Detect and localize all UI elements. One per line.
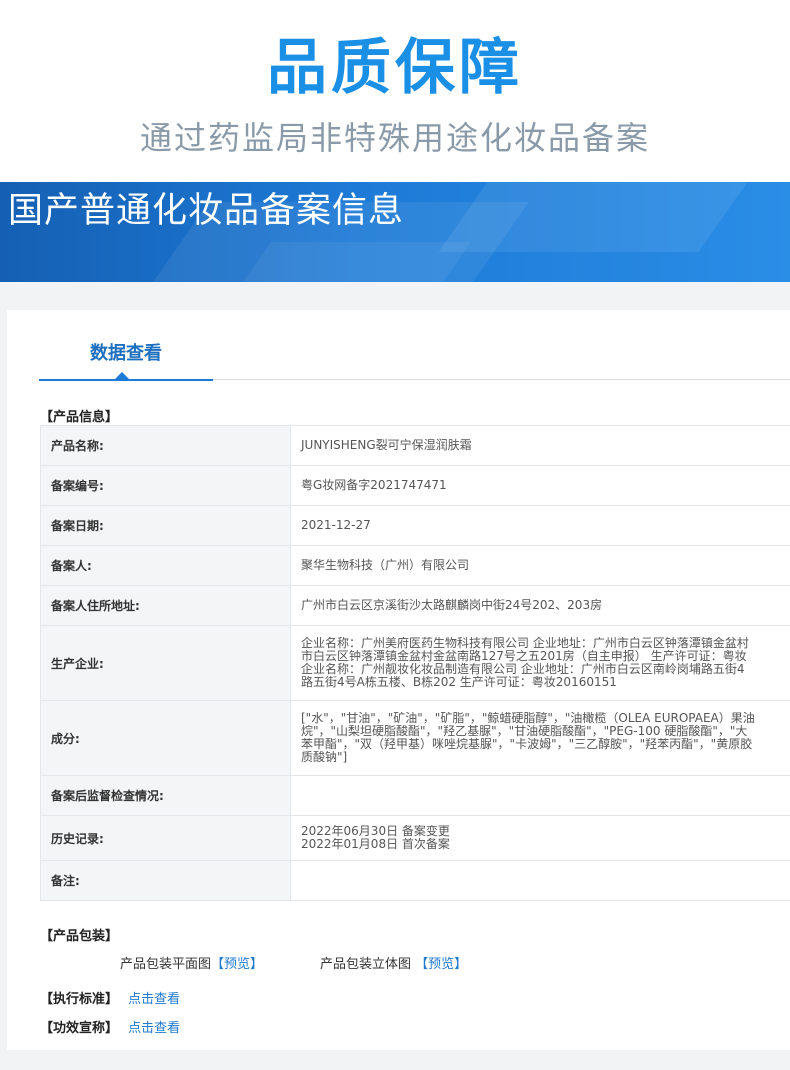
row-value: 2021-12-27: [290, 505, 790, 546]
row-value: JUNYISHENG裂可宁保湿润肤霜: [290, 425, 790, 466]
row-value: 粤G妆网备字2021747471: [290, 465, 790, 506]
section-label-product-info: 【产品信息】: [40, 410, 119, 425]
row-label: 备案后监督检查情况:: [40, 775, 291, 816]
manufacturer-line: 市白云区钟落潭镇金盆村金盆南路127号之五201房（自主申报） 生产许可证：粤妆: [301, 650, 747, 663]
product-info-table: 产品名称: JUNYISHENG裂可宁保湿润肤霜 备案编号: 粤G妆网备字202…: [40, 425, 790, 901]
row-label: 备案人:: [40, 545, 291, 586]
page-banner: 国产普通化妆品备案信息: [0, 182, 790, 282]
tab-label[interactable]: 数据查看: [39, 339, 213, 365]
table-row: 备注:: [40, 860, 790, 901]
row-value: 企业名称：广州美府医药生物科技有限公司 企业地址：广州市白云区钟落潭镇金盆村 市…: [290, 625, 790, 701]
tab-bar: 数据查看: [39, 310, 790, 381]
table-row: 备案编号: 粤G妆网备字2021747471: [40, 465, 790, 506]
table-row: 生产企业: 企业名称：广州美府医药生物科技有限公司 企业地址：广州市白云区钟落潭…: [40, 625, 790, 701]
section-label-standard: 【执行标准】: [40, 992, 119, 1007]
section-label-packaging: 【产品包装】: [40, 929, 119, 944]
row-label: 生产企业:: [40, 625, 291, 701]
packaging-flat: 产品包装平面图【预览】: [120, 953, 263, 972]
row-value: 广州市白云区京溪街沙太路麒麟岗中街24号202、203房: [290, 585, 790, 626]
table-row: 历史记录: 2022年06月30日 备案变更 2022年01月08日 首次备案: [40, 815, 790, 861]
packaging-flat-preview-link[interactable]: 【预览】: [211, 957, 263, 972]
packaging-flat-label: 产品包装平面图: [120, 957, 212, 972]
packaging-stereo-label: 产品包装立体图: [320, 957, 412, 972]
standard-view-link[interactable]: 点击查看: [128, 992, 180, 1007]
row-label: 成分:: [40, 700, 291, 776]
table-row: 备案后监督检查情况:: [40, 775, 790, 816]
table-row: 备案人住所地址: 广州市白云区京溪街沙太路麒麟岗中街24号202、203房: [40, 585, 790, 626]
banner-title: 国产普通化妆品备案信息: [8, 191, 405, 231]
hero-header: 品质保障 通过药监局非特殊用途化妆品备案: [0, 0, 790, 180]
row-label: 历史记录:: [40, 815, 291, 861]
table-row: 成分: ["水"，"甘油"，"矿油"，"矿脂"，"鲸蜡硬脂醇"，"油橄榄（OLE…: [40, 700, 790, 776]
content-panel: 数据查看 【产品信息】 产品名称: JUNYISHENG裂可宁保湿润肤霜 备案编…: [7, 310, 790, 1050]
row-value: [290, 860, 790, 901]
row-label: 备注:: [40, 860, 291, 901]
ingredient-line: 烷"，"山梨坦硬脂酸酯"，"羟乙基脲"，"甘油硬脂酸酯"，"PEG-100 硬脂…: [301, 725, 748, 738]
row-label: 备案编号:: [40, 465, 291, 506]
history-line: 2022年06月30日 备案变更: [301, 825, 450, 838]
standard-row: 【执行标准】 点击查看: [40, 988, 180, 1007]
table-row: 备案人: 聚华生物科技（广州）有限公司: [40, 545, 790, 586]
hero-subtitle: 通过药监局非特殊用途化妆品备案: [139, 119, 650, 157]
efficacy-row: 【功效宣称】 点击查看: [40, 1017, 180, 1036]
packaging-stereo: 产品包装立体图 【预览】: [320, 953, 467, 972]
banner-decoration: [438, 182, 762, 252]
tab-active-indicator: [39, 379, 213, 381]
packaging-stereo-preview-link[interactable]: 【预览】: [415, 957, 467, 972]
banner-decoration: [228, 242, 472, 282]
row-value: ["水"，"甘油"，"矿油"，"矿脂"，"鲸蜡硬脂醇"，"油橄榄（OLEA EU…: [290, 700, 790, 776]
ingredient-line: 质酸钠"]: [301, 751, 348, 764]
manufacturer-line: 企业名称：广州美府医药生物科技有限公司 企业地址：广州市白云区钟落潭镇金盆村: [301, 637, 749, 650]
row-value: 2022年06月30日 备案变更 2022年01月08日 首次备案: [290, 815, 790, 861]
manufacturer-line: 企业名称：广州靓妆化妆品制造有限公司 企业地址：广州市白云区南岭岗埔路五街4: [301, 663, 745, 676]
history-line: 2022年01月08日 首次备案: [301, 838, 450, 851]
row-label: 备案日期:: [40, 505, 291, 546]
ingredient-line: ["水"，"甘油"，"矿油"，"矿脂"，"鲸蜡硬脂醇"，"油橄榄（OLEA EU…: [301, 712, 755, 725]
manufacturer-line: 路五街4号A栋五楼、B栋202 生产许可证：粤妆20160151: [301, 676, 617, 689]
hero-title: 品质保障: [267, 33, 523, 103]
row-label: 产品名称:: [40, 425, 291, 466]
section-label-efficacy: 【功效宣称】: [40, 1021, 119, 1036]
table-row: 产品名称: JUNYISHENG裂可宁保湿润肤霜: [40, 425, 790, 466]
tab-arrow-icon: [115, 372, 129, 379]
ingredient-line: 苯甲酯"，"双（羟甲基）咪唑烷基脲"，"卡波姆"，"三乙醇胺"，"羟苯丙酯"，"…: [301, 738, 753, 751]
table-row: 备案日期: 2021-12-27: [40, 505, 790, 546]
row-label: 备案人住所地址:: [40, 585, 291, 626]
efficacy-view-link[interactable]: 点击查看: [128, 1021, 180, 1036]
row-value: [290, 775, 790, 816]
tab-data-view[interactable]: 数据查看: [39, 310, 213, 381]
row-value: 聚华生物科技（广州）有限公司: [290, 545, 790, 586]
